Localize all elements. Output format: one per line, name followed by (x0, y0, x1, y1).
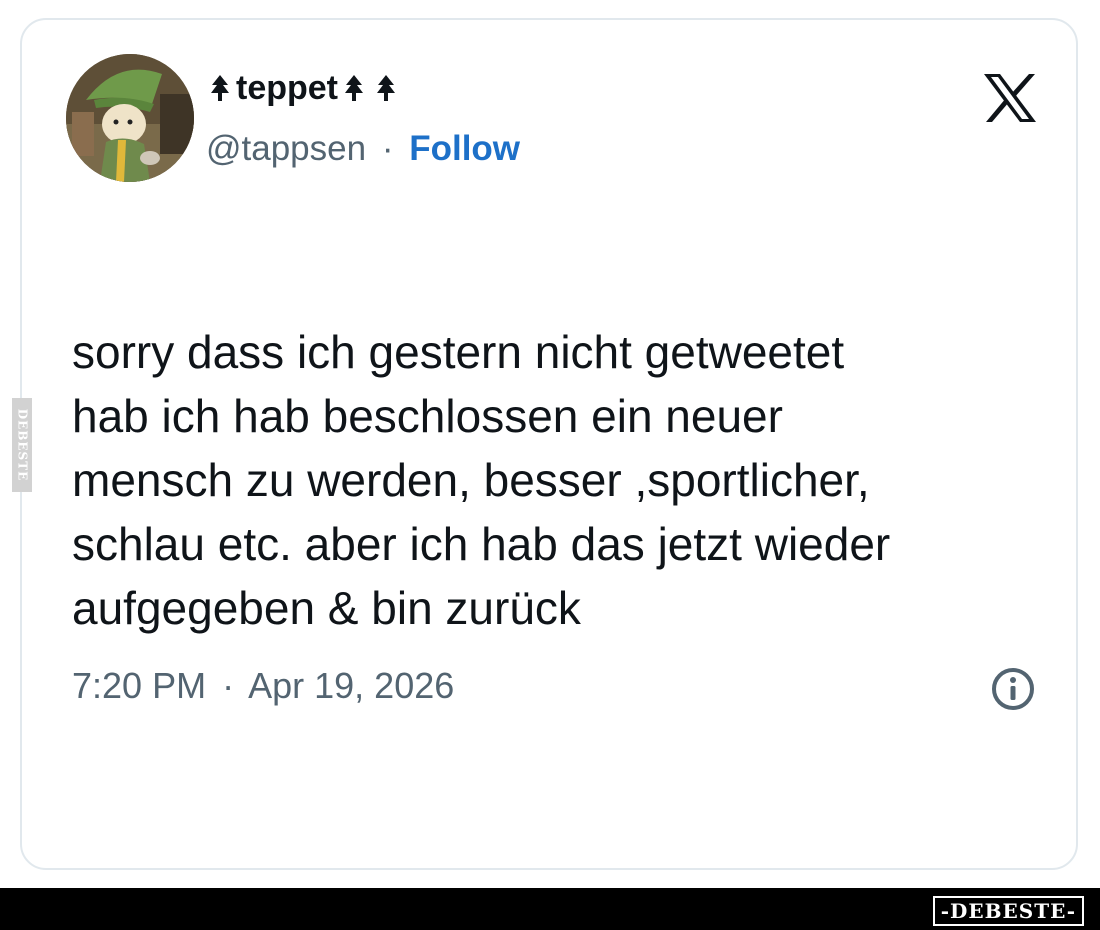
tweet-text-line: aufgegeben & bin zurück (72, 582, 581, 634)
tweet-text-line: sorry dass ich gestern nicht getweetet (72, 326, 845, 378)
handle-row: @tappsen · Follow (206, 126, 520, 172)
evergreen-tree-icon (376, 74, 396, 102)
x-logo-icon[interactable] (982, 72, 1038, 124)
tweet-text-line: hab ich hab beschlossen ein neuer (72, 390, 783, 442)
info-icon[interactable] (990, 666, 1036, 712)
evergreen-tree-icon (344, 74, 364, 102)
footer-bar: -DEBESTE- (0, 888, 1100, 930)
follow-button[interactable]: Follow (409, 129, 520, 168)
side-watermark-text: DEBESTE (15, 408, 29, 482)
footer-watermark: -DEBESTE- (932, 896, 1084, 926)
handle[interactable]: @tappsen (206, 129, 366, 168)
tweet-text-line: mensch zu werden, besser ,sportlicher, (72, 454, 870, 506)
timestamp-date: Apr 19, 2026 (248, 665, 455, 706)
timestamp-separator: · (222, 665, 235, 706)
avatar[interactable] (66, 54, 194, 182)
side-watermark: DEBESTE (12, 398, 32, 492)
timestamp[interactable]: 7:20 PM · Apr 19, 2026 (72, 662, 454, 710)
tweet-text: sorry dass ich gestern nicht getweetet h… (72, 320, 1062, 640)
display-name[interactable]: teppet (210, 66, 396, 110)
avatar-illustration (66, 54, 194, 182)
separator-dot: · (381, 129, 394, 168)
display-name-text: teppet (236, 69, 338, 107)
evergreen-tree-icon (210, 74, 230, 102)
tweet-card: teppet @tappsen · Follow sorry dass ich … (20, 18, 1078, 870)
timestamp-time: 7:20 PM (72, 665, 207, 706)
tweet-text-line: schlau etc. aber ich hab das jetzt wiede… (72, 518, 891, 570)
